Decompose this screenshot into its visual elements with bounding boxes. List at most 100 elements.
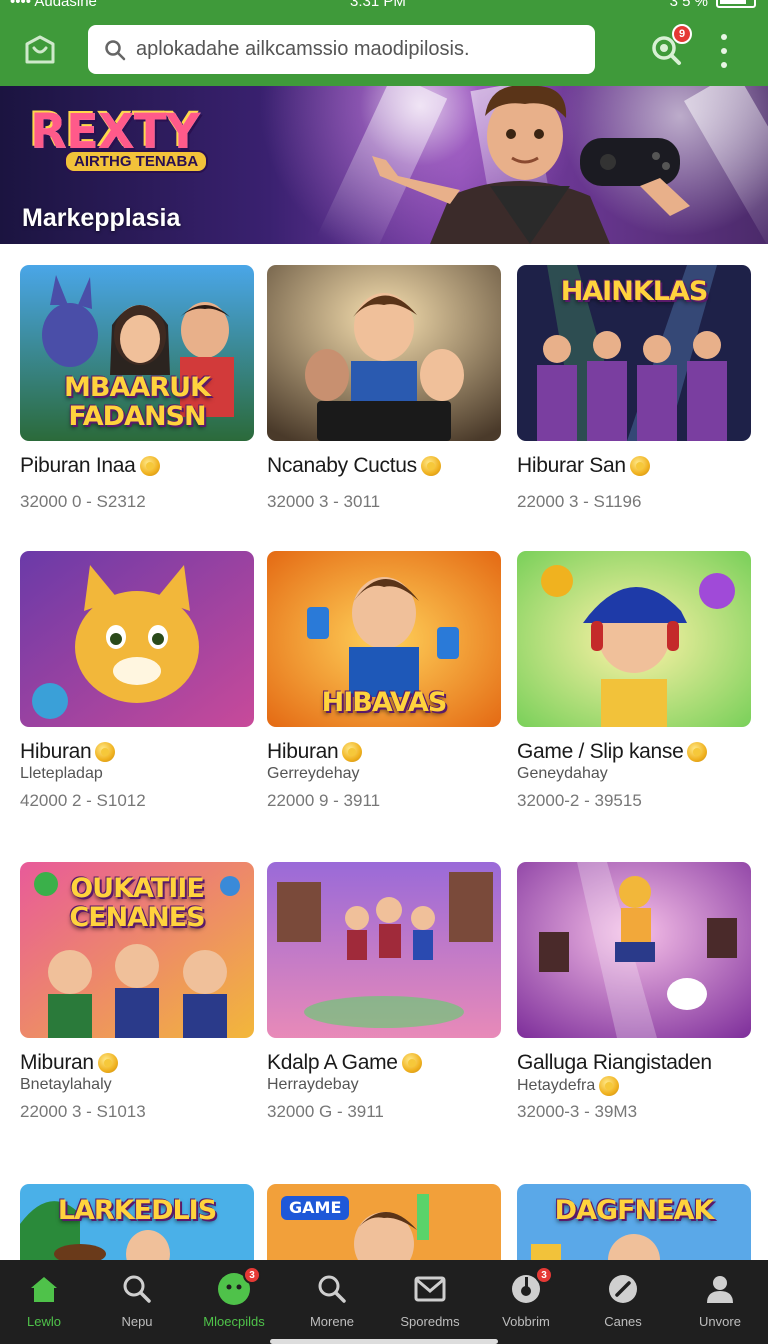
nav-item-marketplace[interactable]: 3 Mloecpilds (186, 1260, 282, 1344)
product-thumbnail (517, 551, 751, 727)
promo-banner[interactable]: REXTY AIRTHG TENABA Markepplasia (0, 86, 768, 244)
product-thumbnail (517, 862, 751, 1038)
thumbnail-title: HAINKLAS (560, 276, 709, 307)
product-price: 22000 3 - S1196 (517, 492, 642, 511)
nav-item-games[interactable]: 3 Vobbrim (478, 1260, 574, 1344)
search-icon (120, 1272, 154, 1306)
product-price: 32000-3 - 39M3 (517, 1102, 638, 1121)
product-thumbnail (267, 862, 501, 1038)
home-indicator (270, 1339, 498, 1344)
product-card[interactable]: GAME (267, 1184, 501, 1260)
coin-icon (342, 742, 363, 762)
product-thumbnail: GAME (267, 1184, 501, 1260)
dot-icon (721, 48, 727, 54)
status-bar: •••• Audasine 3:31 PM 3 5 % (0, 0, 768, 14)
bottom-navigation: Lewlo Nepu 3 Mloecpilds Morene Sporedms … (0, 1260, 768, 1344)
thumbnail-title: LARKEDLIS (57, 1195, 217, 1226)
product-subtitle: Geneydahay (517, 765, 608, 782)
product-card[interactable]: Kdalp A Game Herraydebay 32000 G - 3911 (267, 862, 501, 1122)
product-card[interactable]: Galluga Riangistaden Hetaydefra 32000-3 … (517, 862, 751, 1122)
nav-item-profile[interactable]: Unvore (672, 1260, 768, 1344)
nav-label: Canes (604, 1314, 642, 1329)
nav-label: Nepu (121, 1314, 153, 1329)
dot-icon (721, 62, 727, 68)
product-card[interactable]: DAGFNEAK (517, 1184, 751, 1260)
nav-label: Sporedms (400, 1314, 460, 1329)
nav-label: Lewlo (27, 1314, 61, 1329)
dot-icon (721, 34, 727, 40)
banner-title: Markepplasia (22, 204, 181, 232)
thumbnail-badge: GAME (281, 1196, 350, 1220)
thumbnail-title: DAGFNEAK (554, 1195, 715, 1226)
product-name: Hiburan (267, 739, 501, 765)
product-card[interactable]: MBAARUK FADANSN Piburan Inaa 32000 0 - S… (20, 265, 254, 512)
mail-icon (413, 1272, 447, 1306)
nav-item-more[interactable]: Morene (284, 1260, 380, 1344)
product-price: 32000 0 - S2312 (20, 492, 146, 511)
app-bar: 9 (0, 14, 768, 86)
nav-badge: 3 (243, 1266, 261, 1284)
product-price: 22000 3 - S1013 (20, 1102, 146, 1121)
nav-label: Mloecpilds (203, 1314, 265, 1329)
product-thumbnail: OUKATIIE CENANES (20, 862, 254, 1038)
gamepad-icon: 3 (509, 1266, 553, 1306)
product-thumbnail (267, 265, 501, 441)
nav-item-messages[interactable]: Sporedms (382, 1260, 478, 1344)
nav-badge: 3 (535, 1266, 553, 1284)
product-card[interactable]: LARKEDLIS (20, 1184, 254, 1260)
product-subtitle: Lletepladap (20, 765, 103, 782)
product-card[interactable]: Game / Slip kanse Geneydahay 32000-2 - 3… (517, 551, 751, 811)
product-card[interactable]: Hiburan Lletepladap 42000 2 - S1012 (20, 551, 254, 811)
coin-icon (599, 1076, 620, 1096)
hero-gamer-illustration (372, 86, 690, 244)
battery-percent: 3 5 % (669, 0, 708, 10)
search-bar[interactable] (88, 25, 595, 74)
product-name: Game / Slip kanse (517, 739, 751, 765)
product-name: Ncanaby Cuctus (267, 453, 501, 479)
nav-item-search[interactable]: Nepu (89, 1260, 185, 1344)
coin-icon (687, 742, 708, 762)
nav-item-home[interactable]: Lewlo (0, 1260, 92, 1344)
search-icon (315, 1272, 349, 1306)
product-price: 32000 G - 3911 (267, 1102, 384, 1121)
product-card[interactable]: HIBAVAS Hiburan Gerreydehay 22000 9 - 39… (267, 551, 501, 811)
product-thumbnail: MBAARUK FADANSN (20, 265, 254, 441)
product-price: 22000 9 - 3911 (267, 791, 381, 810)
product-name: Kdalp A Game (267, 1050, 501, 1076)
store-button[interactable] (20, 32, 60, 68)
nav-item-explore[interactable]: Canes (575, 1260, 671, 1344)
more-options-button[interactable] (712, 34, 736, 68)
product-thumbnail: HAINKLAS (517, 265, 751, 441)
clock: 3:31 PM (350, 0, 406, 10)
coin-icon (95, 742, 116, 762)
product-thumbnail: DAGFNEAK (517, 1184, 751, 1260)
product-card[interactable]: HAINKLAS Hiburar San 22000 3 - S1196 (517, 265, 751, 512)
thumbnail-title: OUKATIIE CENANES (69, 873, 205, 933)
coin-icon (139, 456, 160, 476)
product-subtitle: Gerreydehay (267, 765, 360, 782)
search-input[interactable] (136, 38, 576, 61)
product-card[interactable]: OUKATIIE CENANES Miburan Bnetaylahaly 22… (20, 862, 254, 1122)
product-price: 32000-2 - 39515 (517, 791, 642, 810)
product-name: Hiburar San (517, 453, 751, 479)
search-icon (105, 39, 126, 60)
nav-label: Vobbrim (502, 1314, 550, 1329)
nav-label: Morene (309, 1314, 355, 1329)
logo-subtitle: AIRTHG TENABA (64, 150, 209, 173)
product-thumbnail: LARKEDLIS (20, 1184, 254, 1260)
coin-icon (97, 1053, 118, 1073)
compass-icon (606, 1272, 640, 1306)
person-icon (703, 1272, 737, 1306)
product-card[interactable]: Ncanaby Cuctus 32000 3 - 3011 (267, 265, 501, 512)
product-name: Galluga Riangistaden (517, 1051, 712, 1074)
home-icon (27, 1272, 61, 1306)
scan-badge: 9 (672, 24, 692, 44)
nav-label: Unvore (699, 1314, 741, 1329)
banner-logo: REXTY AIRTHG TENABA (30, 104, 230, 174)
coin-icon (629, 456, 650, 476)
product-thumbnail (20, 551, 254, 727)
scan-search-button[interactable]: 9 (646, 24, 692, 70)
marketplace-grid: MBAARUK FADANSN Piburan Inaa 32000 0 - S… (0, 244, 768, 1260)
product-thumbnail: HIBAVAS (267, 551, 501, 727)
product-name: Hiburan (20, 739, 254, 765)
